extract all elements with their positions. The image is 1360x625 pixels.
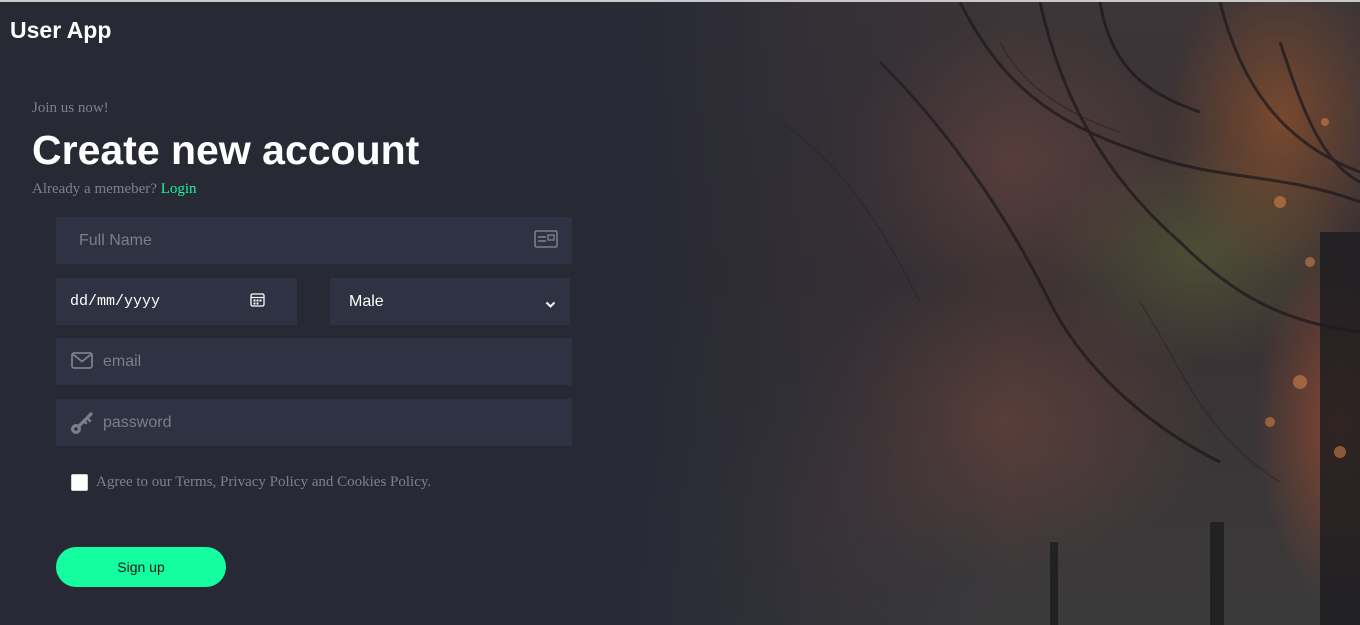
calendar-icon[interactable]: [250, 292, 265, 312]
terms-checkbox[interactable]: [71, 474, 88, 491]
page-title: Create new account: [32, 127, 420, 173]
tagline: Join us now!: [32, 100, 109, 116]
terms-agreement: Agree to our Terms, Privacy Policy and C…: [71, 474, 431, 491]
key-icon: [69, 410, 95, 441]
full-name-input[interactable]: [79, 217, 572, 264]
envelope-icon: [71, 352, 93, 374]
password-field: [56, 399, 572, 446]
id-card-icon: [534, 229, 558, 254]
app-title: User App: [10, 17, 112, 43]
password-input[interactable]: [103, 399, 572, 446]
email-input[interactable]: [103, 338, 572, 385]
sign-up-button[interactable]: Sign up: [56, 547, 226, 587]
email-field: [56, 338, 572, 385]
login-link[interactable]: Login: [161, 181, 197, 197]
full-name-field: [56, 217, 572, 264]
gender-select[interactable]: Male: [330, 278, 570, 325]
member-prompt-line: Already a memeber? Login: [32, 181, 197, 198]
gender-selected-value: Male: [349, 292, 384, 310]
birth-date-field[interactable]: dd/mm/yyyy: [56, 278, 297, 325]
terms-label: Agree to our Terms, Privacy Policy and C…: [96, 474, 432, 490]
birth-date-value: dd/mm/yyyy: [70, 293, 161, 310]
member-prompt-text: Already a memeber?: [32, 181, 157, 197]
chevron-down-icon: [545, 296, 556, 314]
forest-background-image: [580, 2, 1360, 625]
